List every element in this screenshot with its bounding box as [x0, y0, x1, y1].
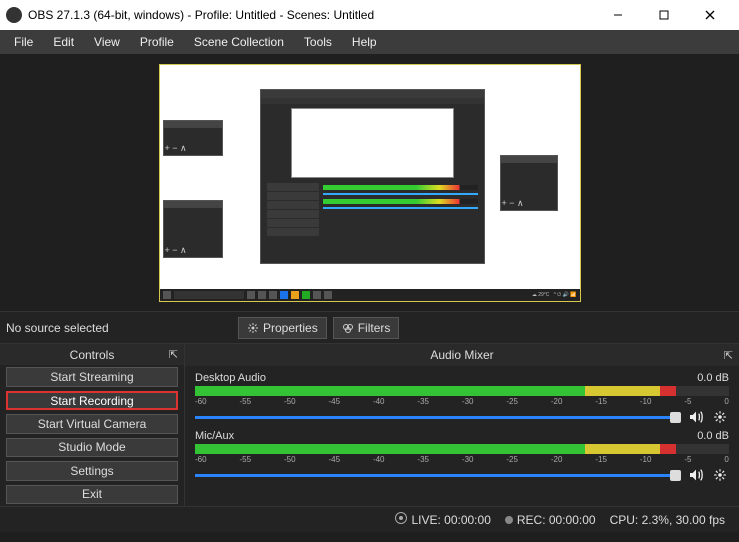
- track-level: 0.0 dB: [697, 372, 729, 384]
- controls-header: Controls ⇱: [0, 344, 184, 365]
- vu-meter: [195, 386, 729, 396]
- preview-source-window: + − ∧: [163, 200, 223, 258]
- status-live: LIVE: 00:00:00: [395, 512, 490, 527]
- preview-canvas[interactable]: + − ∧ + − ∧ + − ∧ ☁ 29°C ^ ⏻ 🔊 📶: [159, 64, 581, 302]
- mixer-track: Mic/Aux 0.0 dB -60-55-50-45-40-35-30-25-…: [195, 430, 729, 484]
- start-streaming-button[interactable]: Start Streaming: [6, 367, 178, 386]
- preview-source-window: + − ∧: [500, 155, 558, 211]
- volume-slider[interactable]: [195, 474, 681, 477]
- status-rec: REC: 00:00:00: [505, 513, 596, 527]
- menu-bar: File Edit View Profile Scene Collection …: [0, 30, 739, 54]
- controls-popout-icon[interactable]: ⇱: [169, 348, 178, 361]
- window-close-button[interactable]: [687, 0, 733, 30]
- vu-meter: [195, 444, 729, 454]
- window-title: OBS 27.1.3 (64-bit, windows) - Profile: …: [28, 8, 595, 22]
- preview-source-window: + − ∧: [163, 120, 223, 156]
- start-recording-button[interactable]: Start Recording: [6, 391, 178, 411]
- menu-edit[interactable]: Edit: [43, 33, 84, 51]
- vu-scale: -60-55-50-45-40-35-30-25-20-15-10-50: [195, 455, 729, 464]
- status-bar: LIVE: 00:00:00 REC: 00:00:00 CPU: 2.3%, …: [0, 506, 739, 532]
- settings-button[interactable]: Settings: [6, 461, 178, 480]
- record-dot-icon: [505, 516, 513, 524]
- mute-button[interactable]: [687, 466, 705, 484]
- mixer-track: Desktop Audio 0.0 dB -60-55-50-45-40-35-…: [195, 372, 729, 426]
- audio-mixer-header: Audio Mixer ⇱: [185, 344, 739, 366]
- start-virtual-camera-button[interactable]: Start Virtual Camera: [6, 414, 178, 433]
- vu-scale: -60-55-50-45-40-35-30-25-20-15-10-50: [195, 397, 729, 406]
- audio-mixer-header-label: Audio Mixer: [430, 348, 493, 362]
- window-titlebar: OBS 27.1.3 (64-bit, windows) - Profile: …: [0, 0, 739, 30]
- menu-tools[interactable]: Tools: [294, 33, 342, 51]
- track-name: Desktop Audio: [195, 372, 266, 384]
- exit-button[interactable]: Exit: [6, 485, 178, 504]
- window-minimize-button[interactable]: [595, 0, 641, 30]
- studio-mode-button[interactable]: Studio Mode: [6, 438, 178, 457]
- source-status-label: No source selected: [6, 321, 206, 335]
- track-settings-button[interactable]: [711, 466, 729, 484]
- mute-button[interactable]: [687, 408, 705, 426]
- source-toolbar: No source selected Properties Filters: [0, 312, 739, 344]
- obs-app-icon: [6, 7, 22, 23]
- menu-profile[interactable]: Profile: [130, 33, 184, 51]
- window-maximize-button[interactable]: [641, 0, 687, 30]
- volume-slider[interactable]: [195, 416, 681, 419]
- audio-mixer-popout-icon[interactable]: ⇱: [724, 349, 733, 362]
- filters-button[interactable]: Filters: [333, 317, 400, 339]
- menu-scene-collection[interactable]: Scene Collection: [184, 33, 294, 51]
- properties-button[interactable]: Properties: [238, 317, 327, 339]
- broadcast-icon: [395, 512, 407, 524]
- preview-taskbar: ☁ 29°C ^ ⏻ 🔊 📶: [160, 289, 580, 301]
- status-cpu: CPU: 2.3%, 30.00 fps: [610, 513, 725, 527]
- preview-nested-obs: [260, 89, 485, 264]
- menu-view[interactable]: View: [84, 33, 130, 51]
- menu-help[interactable]: Help: [342, 33, 387, 51]
- track-settings-button[interactable]: [711, 408, 729, 426]
- track-name: Mic/Aux: [195, 430, 234, 442]
- properties-label: Properties: [263, 321, 318, 335]
- audio-mixer-panel: Audio Mixer ⇱ Desktop Audio 0.0 dB -60-5…: [185, 344, 739, 506]
- controls-panel: Controls ⇱ Start Streaming Start Recordi…: [0, 344, 185, 506]
- menu-file[interactable]: File: [4, 33, 43, 51]
- controls-header-label: Controls: [70, 348, 115, 362]
- filters-label: Filters: [358, 321, 391, 335]
- track-level: 0.0 dB: [697, 430, 729, 442]
- preview-area[interactable]: + − ∧ + − ∧ + − ∧ ☁ 29°C ^ ⏻ 🔊 📶: [0, 54, 739, 312]
